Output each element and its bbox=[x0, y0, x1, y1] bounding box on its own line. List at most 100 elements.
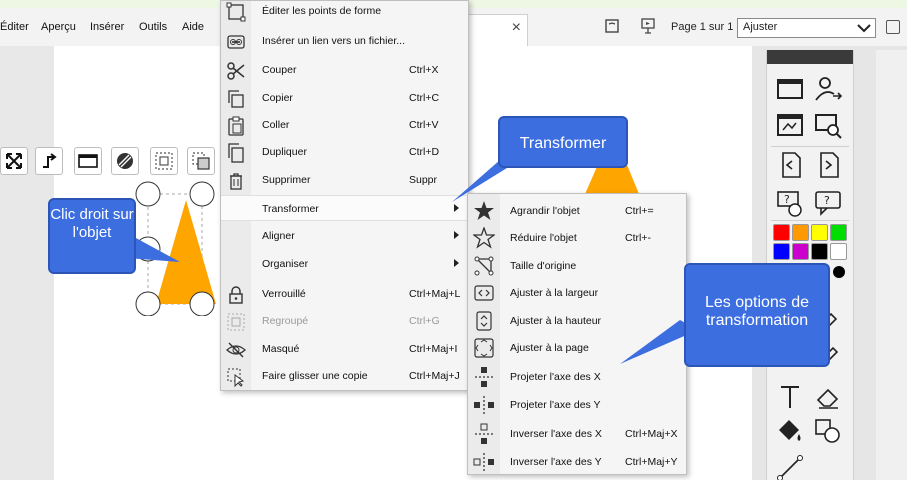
handle-bottom-left[interactable] bbox=[135, 291, 161, 316]
svg-text:?: ? bbox=[784, 193, 790, 206]
close-tab-icon[interactable]: × bbox=[512, 19, 521, 37]
zoom-select[interactable]: Ajuster bbox=[737, 18, 876, 38]
help-chat-icon[interactable]: ? bbox=[813, 188, 843, 218]
projector-icon[interactable] bbox=[641, 18, 655, 34]
color-swatch-black[interactable] bbox=[811, 243, 828, 260]
handle-bottom-right[interactable] bbox=[189, 291, 215, 316]
layer-button[interactable] bbox=[187, 147, 215, 175]
ctx-lock[interactable]: Verrouillé Ctrl+Maj+L bbox=[221, 281, 468, 307]
project-x-icon bbox=[475, 367, 493, 387]
fill-pattern-button[interactable] bbox=[111, 147, 139, 175]
fill-pattern-icon bbox=[117, 153, 133, 169]
fill-bucket-icon[interactable] bbox=[775, 416, 805, 446]
window-button[interactable] bbox=[74, 147, 102, 175]
canvas-margin bbox=[0, 46, 54, 480]
menu-apercu[interactable]: Aperçu bbox=[41, 21, 76, 33]
present-icon[interactable] bbox=[604, 18, 620, 34]
rotate-arrow-icon bbox=[43, 153, 57, 168]
sub-invert-x[interactable]: Inverser l'axe des X Ctrl+Maj+X bbox=[468, 419, 686, 447]
page-indicator: Page 1 sur 1 bbox=[671, 21, 734, 33]
eye-hidden-icon bbox=[226, 342, 246, 358]
duplicate-icon bbox=[228, 143, 244, 163]
menu-editer[interactable]: Éditer bbox=[0, 21, 29, 33]
fit-height-icon bbox=[476, 311, 492, 331]
callout-right-click: Clic droit sur l'objet bbox=[48, 198, 136, 274]
scissors-icon bbox=[227, 62, 245, 80]
tools-panel-header[interactable] bbox=[767, 50, 853, 64]
resize-object-button[interactable] bbox=[0, 147, 28, 175]
text-tool-icon[interactable] bbox=[775, 382, 805, 412]
submenu-arrow-icon bbox=[454, 259, 459, 267]
handle-top-left[interactable] bbox=[135, 181, 161, 207]
group-select-icon bbox=[155, 152, 173, 170]
ctx-edit-points[interactable]: Éditer les points de forme bbox=[221, 0, 468, 24]
ctx-drag-copy[interactable]: Faire glisser une copie Ctrl+Maj+J bbox=[221, 363, 468, 389]
line-tool-icon[interactable] bbox=[775, 452, 805, 480]
ctx-delete[interactable]: Supprimer Suppr bbox=[221, 167, 468, 193]
chevron-down-icon bbox=[857, 24, 871, 33]
previous-page-icon[interactable] bbox=[775, 150, 805, 180]
handle-top-right[interactable] bbox=[189, 181, 215, 207]
context-menu: Éditer les points de forme Insérer un li… bbox=[220, 0, 469, 391]
submenu-arrow-icon bbox=[454, 204, 459, 212]
window-icon bbox=[78, 154, 98, 168]
document-tab[interactable]: × bbox=[466, 14, 528, 46]
fit-page-icon bbox=[474, 338, 494, 358]
invert-x-icon bbox=[475, 423, 493, 444]
edit-points-icon bbox=[226, 2, 246, 22]
paste-icon bbox=[228, 116, 244, 136]
group-select-button[interactable] bbox=[150, 147, 178, 175]
callout-options: Les options de transformation bbox=[684, 263, 830, 367]
ctx-group: Regroupé Ctrl+G bbox=[221, 308, 468, 334]
sub-invert-y[interactable]: Inverser l'axe des Y Ctrl+Maj+Y bbox=[468, 447, 686, 475]
screen-search-icon[interactable] bbox=[813, 110, 843, 140]
ctx-duplicate[interactable]: Dupliquer Ctrl+D bbox=[221, 139, 468, 165]
original-size-icon bbox=[474, 256, 494, 276]
rotate-button[interactable] bbox=[35, 147, 63, 175]
color-swatch-white[interactable] bbox=[830, 243, 847, 260]
star-outline-icon bbox=[473, 227, 495, 249]
window-icon[interactable] bbox=[775, 74, 805, 104]
ctx-hidden[interactable]: Masqué Ctrl+Maj+I bbox=[221, 336, 468, 362]
project-y-icon bbox=[474, 396, 494, 414]
menu-inserer[interactable]: Insérer bbox=[90, 21, 124, 33]
link-file-icon bbox=[227, 35, 245, 49]
zoom-value: Ajuster bbox=[743, 21, 778, 33]
color-swatch-purple[interactable] bbox=[792, 243, 809, 260]
copy-icon bbox=[228, 90, 244, 108]
help-video-icon[interactable]: ? bbox=[775, 188, 805, 218]
sub-fit-width[interactable]: Ajuster à la largeur bbox=[468, 278, 686, 306]
color-swatch-red[interactable] bbox=[773, 224, 790, 241]
lock-icon bbox=[229, 286, 243, 304]
sub-project-y[interactable]: Projeter l'axe des Y bbox=[468, 390, 686, 418]
sub-shrink[interactable]: Réduire l'objet Ctrl+- bbox=[468, 223, 686, 251]
submenu-arrow-icon bbox=[454, 231, 459, 239]
ctx-align[interactable]: Aligner bbox=[221, 223, 468, 249]
window-restore-icon[interactable] bbox=[886, 20, 900, 34]
user-switch-icon[interactable] bbox=[813, 74, 843, 104]
screen-capture-icon[interactable] bbox=[775, 110, 805, 140]
menu-aide[interactable]: Aide bbox=[182, 21, 204, 33]
shapes-icon[interactable] bbox=[813, 416, 843, 446]
sub-original-size[interactable]: Taille d'origine bbox=[468, 251, 686, 279]
ctx-transform[interactable]: Transformer bbox=[221, 195, 468, 221]
next-page-icon[interactable] bbox=[813, 150, 843, 180]
color-swatch-orange[interactable] bbox=[792, 224, 809, 241]
layers-icon bbox=[192, 152, 210, 170]
trash-icon bbox=[230, 173, 242, 190]
color-swatch-green[interactable] bbox=[830, 224, 847, 241]
separator bbox=[771, 146, 849, 147]
ctx-cut[interactable]: Couper Ctrl+X bbox=[221, 57, 468, 83]
ctx-paste[interactable]: Coller Ctrl+V bbox=[221, 112, 468, 138]
fit-width-icon bbox=[474, 285, 494, 301]
ctx-copy[interactable]: Copier Ctrl+C bbox=[221, 85, 468, 111]
separator bbox=[771, 220, 849, 221]
color-swatch-blue[interactable] bbox=[773, 243, 790, 260]
color-swatch-yellow[interactable] bbox=[811, 224, 828, 241]
invert-y-icon bbox=[473, 453, 494, 471]
menu-outils[interactable]: Outils bbox=[139, 21, 167, 33]
ctx-arrange[interactable]: Organiser bbox=[221, 251, 468, 277]
ctx-insert-link[interactable]: Insérer un lien vers un fichier... bbox=[221, 28, 468, 54]
eraser-icon[interactable] bbox=[813, 382, 843, 412]
pen-size-dot-icon[interactable] bbox=[831, 264, 847, 280]
